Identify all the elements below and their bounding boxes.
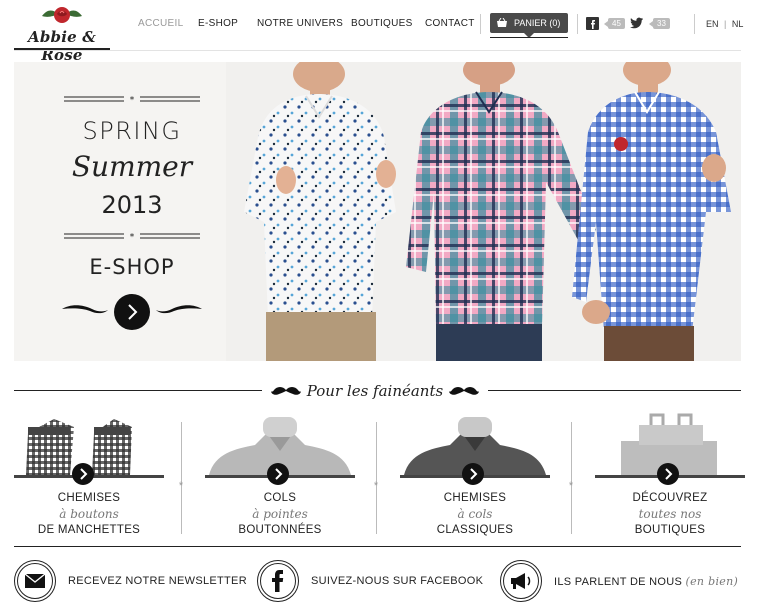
hero-spring: SPRING: [82, 117, 182, 145]
product-go-button[interactable]: [462, 463, 484, 485]
site-header: Abbie & Rose ACCUEIL E-SHOP NOTRE UNIVER…: [0, 0, 758, 64]
section-rule-right: [488, 390, 741, 391]
hero-next-button[interactable]: [114, 294, 150, 330]
chevron-right-icon: [128, 304, 138, 320]
nav-eshop[interactable]: E-SHOP: [198, 18, 238, 29]
product-card-stores[interactable]: DÉCOUVREZ toutes nos BOUTIQUES: [595, 413, 745, 543]
section-title: Pour les fainéants: [306, 382, 444, 400]
product-label: CHEMISES à boutons DE MANCHETTES: [14, 490, 164, 538]
product-label: DÉCOUVREZ toutes nos BOUTIQUES: [595, 490, 745, 538]
product-label-line1: CHEMISES: [57, 492, 121, 504]
facebook-count: 45: [604, 17, 625, 29]
rose-icon: [42, 7, 82, 23]
twitter-share[interactable]: 33: [630, 16, 670, 30]
footer-press[interactable]: ILS PARLENT DE NOUS (en bien): [500, 558, 738, 604]
product-label-line2: toutes nos: [638, 507, 702, 521]
cart-underline: [490, 37, 568, 38]
product-label-line2: à cols: [457, 507, 493, 521]
newsletter-link[interactable]: RECEVEZ NOTRE NEWSLETTER: [68, 575, 247, 587]
product-card-button-down-collars[interactable]: COLS à pointes BOUTONNÉES: [205, 413, 355, 543]
hero-summer: Summer: [71, 150, 193, 183]
hero-year: 2013: [101, 191, 163, 219]
product-go-button[interactable]: [72, 463, 94, 485]
cart-button[interactable]: PANIER (0): [490, 13, 568, 38]
hero-banner[interactable]: * SPRING Summer 2013 * E-SHOP: [14, 62, 741, 361]
product-divider: [571, 422, 572, 534]
basket-icon: [497, 18, 507, 27]
chevron-right-icon: [80, 468, 88, 480]
facebook-icon: [585, 16, 599, 30]
cart-label: PANIER (0): [514, 18, 561, 28]
header-divider: [694, 14, 695, 34]
chevron-right-icon: [275, 468, 283, 480]
section-heading: Pour les fainéants: [262, 380, 488, 402]
ornament-bottom: *: [64, 233, 200, 241]
chevron-right-icon: [665, 468, 673, 480]
product-label-line1: COLS: [263, 492, 297, 504]
header-divider: [480, 14, 481, 34]
product-label: COLS à pointes BOUTONNÉES: [205, 490, 355, 538]
section-rule-left: [14, 390, 262, 391]
mustache-icon: [270, 387, 301, 395]
facebook-badge: [257, 560, 299, 602]
footer-facebook[interactable]: SUIVEZ-NOUS SUR FACEBOOK: [257, 558, 483, 604]
facebook-icon: [272, 570, 284, 592]
nav-accueil[interactable]: ACCUEIL: [138, 18, 183, 29]
hero-eshop[interactable]: E-SHOP: [56, 255, 208, 279]
product-label-line3: CLASSIQUES: [436, 524, 514, 536]
product-card-cuff-shirts[interactable]: CHEMISES à boutons DE MANCHETTES: [14, 413, 164, 543]
product-go-button[interactable]: [657, 463, 679, 485]
press-badge: [500, 560, 542, 602]
product-label-line1: CHEMISES: [443, 492, 507, 504]
product-label-line3: BOUTIQUES: [634, 524, 706, 536]
product-go-button[interactable]: [267, 463, 289, 485]
product-label-line2: à boutons: [59, 507, 119, 521]
footer-rule: [14, 546, 741, 547]
megaphone-icon: [511, 573, 531, 589]
svg-text:*: *: [130, 96, 135, 104]
divider-star: *: [373, 480, 379, 492]
product-label-line1: DÉCOUVREZ: [632, 492, 708, 504]
product-card-classic-collars[interactable]: CHEMISES à cols CLASSIQUES: [400, 413, 550, 543]
nav-boutiques[interactable]: BOUTIQUES: [351, 18, 413, 29]
language-switcher: EN | NL: [706, 19, 743, 29]
swoosh-right: [156, 305, 202, 314]
lang-nl[interactable]: NL: [732, 19, 744, 29]
logo-wordmark: Abbie & Rose: [27, 28, 97, 64]
facebook-link[interactable]: SUIVEZ-NOUS SUR FACEBOOK: [311, 575, 483, 587]
newsletter-badge-inner: [17, 563, 53, 599]
facebook-badge-inner: [260, 563, 296, 599]
product-divider: [181, 422, 182, 534]
ornament-top: *: [64, 96, 200, 104]
product-label-line3: DE MANCHETTES: [37, 524, 141, 536]
twitter-icon: [630, 16, 644, 30]
press-link[interactable]: ILS PARLENT DE NOUS (en bien): [554, 575, 738, 588]
press-label: ILS PARLENT DE NOUS: [554, 575, 683, 588]
hero-photo: [226, 62, 741, 361]
divider-star: *: [568, 480, 574, 492]
product-divider: [376, 422, 377, 534]
envelope-icon: [24, 573, 46, 588]
facebook-share[interactable]: 45: [585, 16, 625, 30]
header-rule: [14, 50, 741, 51]
newsletter-badge: [14, 560, 56, 602]
press-badge-inner: [503, 563, 539, 599]
nav-notre-univers[interactable]: NOTRE UNIVERS: [257, 18, 343, 29]
product-label-line2: à pointes: [252, 507, 308, 521]
product-label-line3: BOUTONNÉES: [238, 524, 322, 536]
footer-newsletter[interactable]: RECEVEZ NOTRE NEWSLETTER: [14, 558, 247, 604]
swoosh-left: [62, 305, 108, 314]
header-divider: [577, 14, 578, 34]
press-label-em: (en bien): [685, 574, 739, 588]
logo[interactable]: Abbie & Rose: [14, 4, 110, 64]
product-label: CHEMISES à cols CLASSIQUES: [400, 490, 550, 538]
twitter-count: 33: [649, 17, 670, 29]
lang-divider: |: [724, 19, 727, 29]
nav-contact[interactable]: CONTACT: [425, 18, 475, 29]
svg-text:*: *: [130, 233, 135, 241]
lang-en[interactable]: EN: [706, 19, 719, 29]
divider-star: *: [178, 480, 184, 492]
mustache-icon: [449, 387, 480, 395]
chevron-right-icon: [470, 468, 478, 480]
